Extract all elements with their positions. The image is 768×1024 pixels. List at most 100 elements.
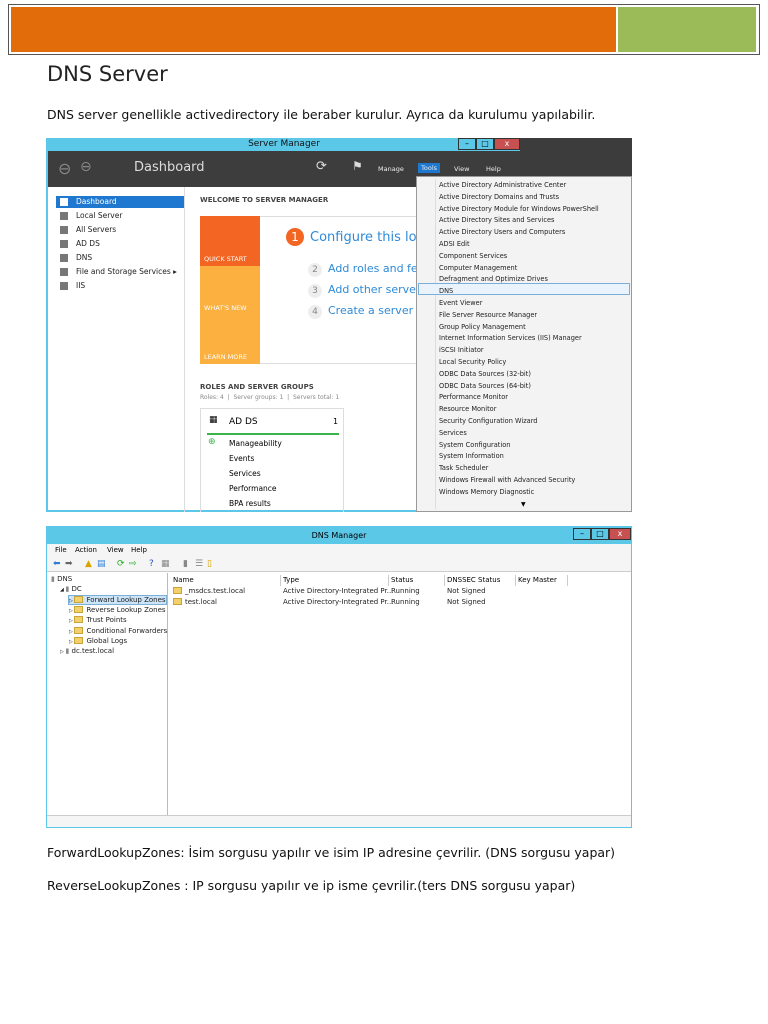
- sidebar-item-dns[interactable]: DNS: [56, 252, 184, 264]
- notes-icon[interactable]: ▯: [207, 556, 212, 572]
- tools-menu-item[interactable]: Windows Memory Diagnostic: [439, 487, 534, 498]
- ad-ds-icon: [60, 240, 68, 248]
- tools-menu-item[interactable]: DNS: [439, 286, 453, 297]
- sidebar-label: Local Server: [76, 211, 123, 220]
- tree-node[interactable]: ▷ Trust Points: [69, 616, 127, 624]
- menu-action[interactable]: Action: [75, 544, 97, 556]
- tile-whats-new[interactable]: WHAT'S NEW: [200, 266, 260, 315]
- menu-tools[interactable]: Tools: [418, 163, 441, 173]
- role-item[interactable]: BPA results: [229, 499, 271, 508]
- tools-menu-item[interactable]: Local Security Policy: [439, 357, 506, 368]
- role-item[interactable]: Services: [229, 469, 261, 478]
- back-icon[interactable]: ⊖: [58, 159, 71, 178]
- column-dnssec-status[interactable]: DNSSEC Status: [445, 575, 516, 586]
- sidebar-item-local-server[interactable]: Local Server: [56, 210, 184, 222]
- tile-quick-start[interactable]: QUICK START: [200, 216, 260, 266]
- tools-menu-item[interactable]: iSCSI Initiator: [439, 345, 484, 356]
- menu-help[interactable]: Help: [131, 544, 147, 556]
- role-card-ad-ds[interactable]: ▦ AD DS 1 ⊕ Manageability Events Service…: [200, 408, 344, 512]
- iis-icon: [60, 282, 68, 290]
- close-button[interactable]: x: [494, 138, 520, 150]
- tree-node-label: DC: [71, 585, 82, 594]
- title-bar: Server Manager: [48, 138, 520, 151]
- menu-view[interactable]: View: [454, 165, 469, 173]
- tree-node[interactable]: ▷ Global Logs: [69, 636, 127, 645]
- tree-node[interactable]: ▷ Reverse Lookup Zones: [69, 605, 166, 614]
- server-icon[interactable]: ▮: [183, 556, 188, 572]
- tools-menu-item[interactable]: Active Directory Domains and Trusts: [439, 192, 559, 203]
- tools-menu-item[interactable]: System Configuration: [439, 440, 510, 451]
- back-icon[interactable]: ⬅: [53, 556, 61, 572]
- tools-menu-item[interactable]: Internet Information Services (IIS) Mana…: [439, 333, 582, 344]
- role-item[interactable]: Manageability: [229, 439, 282, 448]
- sidebar-item-iis[interactable]: IIS: [56, 280, 184, 292]
- role-item[interactable]: Events: [229, 454, 254, 463]
- role-item[interactable]: Performance: [229, 484, 277, 493]
- tools-menu-item[interactable]: ADSI Edit: [439, 239, 470, 250]
- flag-icon[interactable]: ⚑: [352, 159, 363, 173]
- show-tree-icon[interactable]: ▤: [97, 556, 106, 572]
- sidebar-item-dashboard[interactable]: Dashboard: [56, 196, 184, 208]
- tools-menu-item[interactable]: Performance Monitor: [439, 392, 508, 403]
- properties-icon[interactable]: ▦: [161, 556, 170, 572]
- sidebar-item-ad-ds[interactable]: AD DS: [56, 238, 184, 250]
- tools-menu-item[interactable]: Active Directory Administrative Center: [439, 180, 566, 191]
- tree-node[interactable]: ▮ DNS: [51, 575, 72, 583]
- list-icon[interactable]: ☰: [195, 556, 203, 572]
- menu-manage[interactable]: Manage: [378, 165, 404, 173]
- forward-icon[interactable]: ⊖: [80, 159, 92, 175]
- tools-menu-item[interactable]: ODBC Data Sources (32-bit): [439, 369, 531, 380]
- column-type[interactable]: Type: [281, 575, 389, 586]
- up-folder-icon[interactable]: ▲: [85, 556, 92, 572]
- refresh-icon[interactable]: ⟳: [117, 556, 125, 572]
- menu-file[interactable]: File: [55, 544, 67, 556]
- menu-help[interactable]: Help: [486, 165, 501, 173]
- tools-menu-item[interactable]: Defragment and Optimize Drives: [439, 274, 548, 285]
- tools-menu-item[interactable]: ODBC Data Sources (64-bit): [439, 381, 531, 392]
- maximize-button[interactable]: □: [476, 138, 494, 150]
- tools-menu-item[interactable]: Active Directory Module for Windows Powe…: [439, 204, 599, 215]
- table-row[interactable]: test.local Active Directory-Integrated Pr…: [171, 598, 631, 609]
- tools-menu-item[interactable]: System Information: [439, 451, 504, 462]
- column-name[interactable]: Name: [171, 575, 281, 586]
- sidebar-label: AD DS: [76, 239, 100, 248]
- table-cell-wrap: Not Signed: [447, 598, 486, 606]
- tools-menu-item[interactable]: Task Scheduler: [439, 463, 488, 474]
- tools-menu-item[interactable]: Services: [439, 428, 467, 439]
- help-icon[interactable]: ?: [149, 556, 154, 572]
- minimize-button[interactable]: –: [458, 138, 476, 150]
- column-key-master[interactable]: Key Master: [516, 575, 568, 586]
- minimize-button[interactable]: –: [573, 528, 591, 540]
- tools-menu-item[interactable]: Group Policy Management: [439, 322, 526, 333]
- maximize-button[interactable]: □: [591, 528, 609, 540]
- tools-menu-item[interactable]: Security Configuration Wizard: [439, 416, 537, 427]
- sidebar-item-file-storage[interactable]: File and Storage Services ▸: [56, 266, 184, 278]
- table-cell-wrap: Active Directory-Integrated Pr...: [283, 587, 393, 595]
- tree-node[interactable]: ▷ ▮ dc.test.local: [60, 647, 114, 655]
- tools-menu-item[interactable]: Windows Firewall with Advanced Security: [439, 475, 575, 486]
- table-row[interactable]: _msdcs.test.local Active Directory-Integr…: [171, 587, 631, 598]
- tools-menu-item[interactable]: File Server Resource Manager: [439, 310, 537, 321]
- scroll-down-icon[interactable]: ▼: [521, 501, 526, 508]
- tools-menu-item[interactable]: Event Viewer: [439, 298, 482, 309]
- sidebar-item-all-servers[interactable]: All Servers: [56, 224, 184, 236]
- tile-learn-more[interactable]: LEARN MORE: [200, 315, 260, 364]
- role-card-title: AD DS: [229, 417, 258, 427]
- tools-menu-item[interactable]: Computer Management: [439, 263, 517, 274]
- servers-icon: [60, 226, 68, 234]
- menu-view[interactable]: View: [107, 544, 124, 556]
- tree-node[interactable]: ▷ Forward Lookup Zones: [68, 594, 167, 605]
- tools-menu-item[interactable]: Resource Monitor: [439, 404, 496, 415]
- column-status[interactable]: Status: [389, 575, 445, 586]
- roles-heading: ROLES AND SERVER GROUPS: [200, 383, 314, 391]
- tree-node[interactable]: ▷ Conditional Forwarders: [69, 626, 167, 635]
- close-button[interactable]: x: [609, 528, 631, 540]
- tools-menu-item[interactable]: Component Services: [439, 251, 507, 262]
- tools-menu-item[interactable]: Active Directory Sites and Services: [439, 215, 554, 226]
- export-icon[interactable]: ⇨: [129, 556, 137, 572]
- refresh-icon[interactable]: ⟳: [316, 159, 327, 174]
- tree-node[interactable]: ◢ ▮ DC: [60, 585, 82, 593]
- tools-menu-item[interactable]: Active Directory Users and Computers: [439, 227, 565, 238]
- forward-icon[interactable]: ➡: [65, 556, 73, 572]
- page-title: DNS Server: [47, 62, 168, 86]
